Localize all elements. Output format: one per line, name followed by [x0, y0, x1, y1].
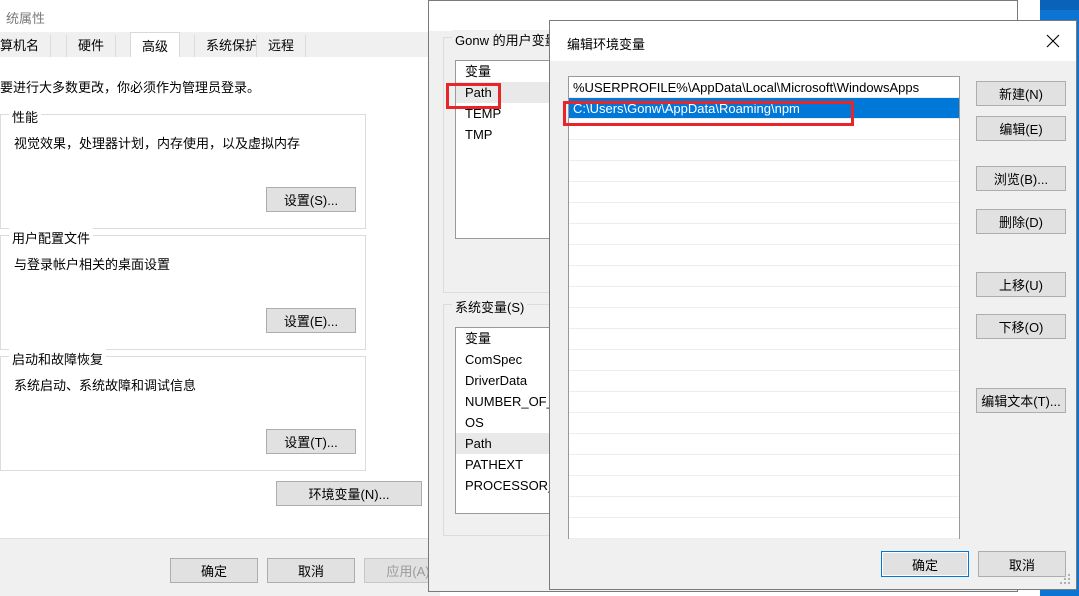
path-entry-row-empty[interactable]	[569, 119, 959, 140]
user-profiles-group: 用户配置文件 与登录帐户相关的桌面设置 设置(E)...	[0, 228, 366, 350]
path-entry-row-empty[interactable]	[569, 308, 959, 329]
user-profiles-group-label: 用户配置文件	[9, 228, 94, 247]
close-icon[interactable]	[1030, 21, 1076, 51]
path-entry-row-empty[interactable]	[569, 350, 959, 371]
tab-remote[interactable]: 远程	[256, 35, 307, 57]
path-entry-row-empty[interactable]	[569, 245, 959, 266]
path-entry-row-empty[interactable]	[569, 224, 959, 245]
browse-button[interactable]: 浏览(B)...	[976, 166, 1066, 191]
startup-recovery-settings-button[interactable]: 设置(T)...	[266, 429, 356, 454]
desktop-background-top	[1040, 0, 1079, 10]
system-properties-title: 统属性	[6, 11, 46, 26]
path-entry-row-empty[interactable]	[569, 497, 959, 518]
delete-button[interactable]: 删除(D)	[976, 209, 1066, 234]
tab-advanced[interactable]: 高级	[130, 32, 181, 57]
resize-grip-icon[interactable]	[1060, 574, 1072, 586]
edit-text-button[interactable]: 编辑文本(T)...	[976, 388, 1066, 413]
edit-dialog-titlebar: 编辑环境变量	[550, 21, 1076, 61]
path-entry-row-empty[interactable]	[569, 476, 959, 497]
path-entry-row-empty[interactable]	[569, 455, 959, 476]
path-entry-row-empty[interactable]	[569, 203, 959, 224]
edit-cancel-button[interactable]: 取消	[978, 551, 1066, 577]
path-entry-row-empty[interactable]	[569, 182, 959, 203]
tab-computer-name[interactable]: 算机名	[0, 35, 52, 57]
tab-hardware[interactable]: 硬件	[66, 35, 117, 57]
system-properties-window: 统属性 算机名 硬件 高级 系统保护 远程 要进行大多数更改，你必须作为管理员登…	[0, 0, 452, 596]
performance-description: 视觉效果，处理器计划，内存使用，以及虚拟内存	[14, 136, 301, 151]
user-profiles-description: 与登录帐户相关的桌面设置	[14, 257, 171, 272]
path-entry-row-empty[interactable]	[569, 287, 959, 308]
startup-recovery-group: 启动和故障恢复 系统启动、系统故障和调试信息 设置(T)...	[0, 349, 366, 471]
path-entry-row-0[interactable]: %USERPROFILE%\AppData\Local\Microsoft\Wi…	[569, 77, 959, 98]
performance-group: 性能 视觉效果，处理器计划，内存使用，以及虚拟内存 设置(S)...	[0, 107, 366, 229]
path-entry-row-empty[interactable]	[569, 161, 959, 182]
sysprops-cancel-button[interactable]: 取消	[267, 558, 355, 583]
edit-environment-variable-dialog: 编辑环境变量 %USERPROFILE%\AppData\Local\Micro…	[549, 20, 1077, 590]
path-entry-row-empty[interactable]	[569, 413, 959, 434]
edit-dialog-footer: 确定 取消	[550, 539, 1076, 589]
screen-root: 统属性 算机名 硬件 高级 系统保护 远程 要进行大多数更改，你必须作为管理员登…	[0, 0, 1079, 596]
path-entry-row-1[interactable]: C:\Users\Gonw\AppData\Roaming\npm	[569, 98, 959, 119]
system-properties-tabstrip: 算机名 硬件 高级 系统保护 远程	[0, 32, 440, 58]
environment-variables-button[interactable]: 环境变量(N)...	[276, 481, 422, 506]
performance-group-label: 性能	[9, 107, 42, 126]
path-entry-row-empty[interactable]	[569, 266, 959, 287]
startup-recovery-group-label: 启动和故障恢复	[9, 349, 107, 368]
system-properties-body: 要进行大多数更改，你必须作为管理员登录。 性能 视觉效果，处理器计划，内存使用，…	[0, 57, 440, 538]
path-entry-row-empty[interactable]	[569, 329, 959, 350]
admin-notice: 要进行大多数更改，你必须作为管理员登录。	[0, 80, 261, 95]
new-button[interactable]: 新建(N)	[976, 81, 1066, 106]
system-variables-group-label: 系统变量(S)	[452, 297, 528, 316]
system-properties-titlebar: 统属性	[0, 0, 440, 32]
path-entry-row-empty[interactable]	[569, 434, 959, 455]
move-up-button[interactable]: 上移(U)	[976, 272, 1066, 297]
edit-dialog-title: 编辑环境变量	[567, 37, 646, 52]
system-properties-footer: 确定 取消 应用(A)	[0, 538, 452, 596]
path-entry-row-empty[interactable]	[569, 371, 959, 392]
performance-settings-button[interactable]: 设置(S)...	[266, 187, 356, 212]
path-entry-row-empty[interactable]	[569, 140, 959, 161]
path-entry-row-empty[interactable]	[569, 392, 959, 413]
sysprops-ok-button[interactable]: 确定	[170, 558, 258, 583]
startup-recovery-description: 系统启动、系统故障和调试信息	[14, 378, 197, 393]
user-profiles-settings-button[interactable]: 设置(E)...	[266, 308, 356, 333]
edit-ok-button[interactable]: 确定	[881, 551, 969, 577]
path-entries-list[interactable]: %USERPROFILE%\AppData\Local\Microsoft\Wi…	[568, 76, 960, 541]
edit-button[interactable]: 编辑(E)	[976, 116, 1066, 141]
move-down-button[interactable]: 下移(O)	[976, 314, 1066, 339]
path-entry-row-empty[interactable]	[569, 518, 959, 539]
